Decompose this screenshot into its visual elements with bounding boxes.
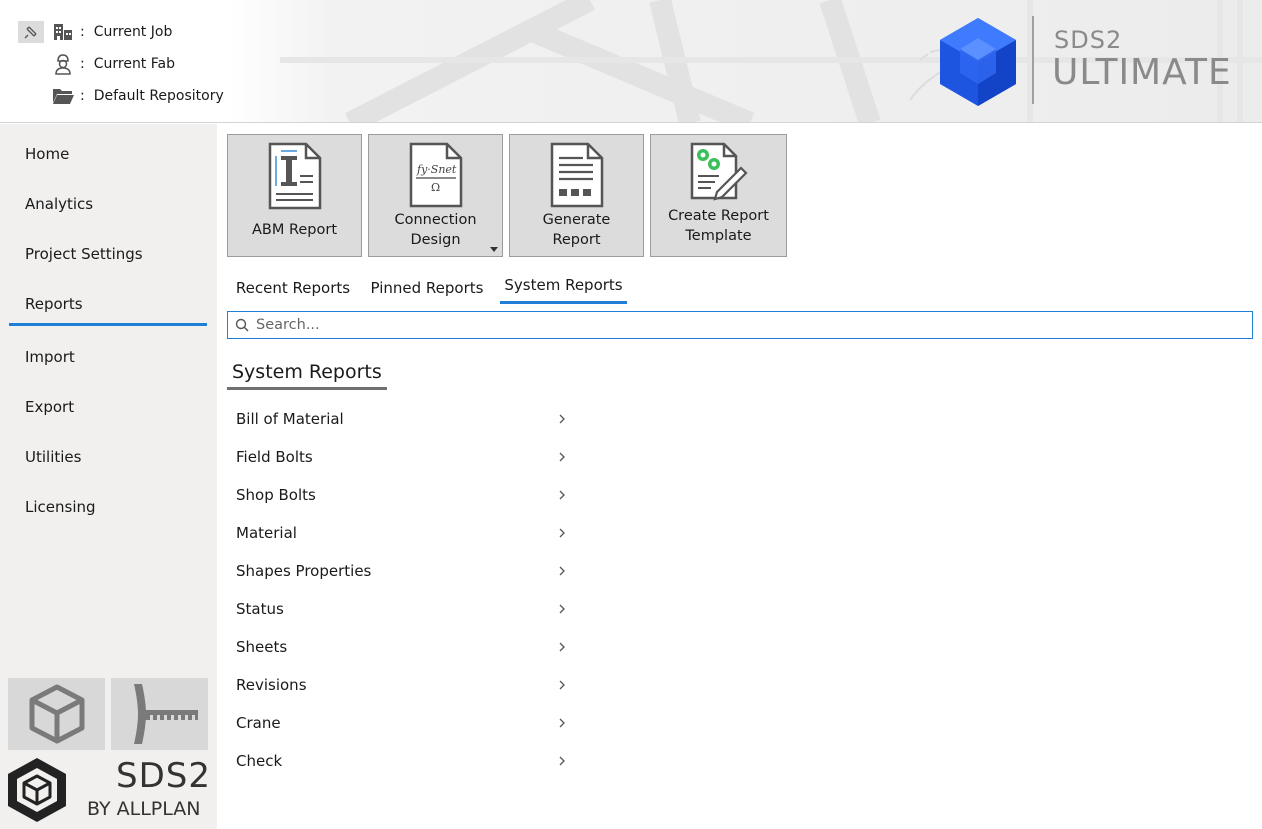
report-item-label: Status: [236, 600, 284, 618]
allplan-logo: SDS2 BY ALLPLAN: [6, 756, 211, 824]
sds2-cube-logo-icon: [940, 18, 1016, 106]
sidebar-item-import[interactable]: Import: [9, 336, 207, 378]
sidebar-item-home[interactable]: Home: [9, 133, 207, 175]
connection-design-icon: fy·Snet Ω: [409, 142, 462, 208]
sidebar-item-reports[interactable]: Reports: [9, 284, 207, 326]
create-template-icon: [690, 142, 748, 201]
tab-pinned-reports[interactable]: Pinned Reports: [366, 270, 488, 306]
report-item[interactable]: Material: [227, 514, 572, 552]
cube-icon: [29, 684, 84, 744]
report-item[interactable]: Check: [227, 742, 572, 780]
report-item-label: Field Bolts: [236, 448, 313, 466]
allplan-byline: BY ALLPLAN: [87, 798, 201, 820]
product-brand: SDS2 ULTIMATE: [936, 14, 1236, 109]
pin-icon[interactable]: [18, 21, 44, 43]
report-item-label: Sheets: [236, 638, 288, 656]
chevron-right-icon: [559, 528, 565, 538]
context-separator: :: [80, 24, 85, 40]
cube-app-tile[interactable]: [8, 678, 105, 750]
tab-recent-reports[interactable]: Recent Reports: [232, 270, 354, 306]
chevron-right-icon: [559, 452, 565, 462]
generate-report-icon: [550, 142, 603, 208]
chevron-right-icon: [559, 490, 565, 500]
chevron-right-icon: [559, 604, 565, 614]
search-box[interactable]: [227, 311, 1253, 339]
sidebar-item-licensing[interactable]: Licensing: [9, 486, 207, 528]
connection-design-button[interactable]: fy·Snet Ω Connection Design: [368, 134, 503, 257]
chevron-right-icon: [559, 642, 565, 652]
report-item[interactable]: Crane: [227, 704, 572, 742]
connection-design-label-line1: Connection: [394, 212, 477, 228]
context-separator: :: [80, 56, 85, 72]
dropdown-caret-icon[interactable]: [490, 247, 498, 252]
report-item[interactable]: Shop Bolts: [227, 476, 572, 514]
allplan-hex-icon: [8, 758, 66, 822]
abm-report-button[interactable]: ABM Report: [227, 134, 362, 257]
report-item[interactable]: Status: [227, 590, 572, 628]
search-icon: [228, 318, 256, 332]
generate-report-label-line1: Generate: [542, 212, 611, 228]
beam-ruler-icon: [133, 684, 198, 744]
worker-icon: [52, 53, 74, 75]
sidebar-item-utilities[interactable]: Utilities: [9, 436, 207, 478]
report-item-label: Check: [236, 752, 283, 770]
app-header: : Current Job : Current Fab : Default Re…: [0, 0, 1262, 123]
building-icon: [52, 21, 74, 43]
report-item[interactable]: Bill of Material: [227, 400, 572, 438]
context-fab[interactable]: : Current Fab: [18, 52, 175, 76]
report-item-label: Bill of Material: [236, 410, 344, 428]
default-repository-label: Default Repository: [93, 88, 224, 104]
beam-app-tile[interactable]: [111, 678, 208, 750]
report-item-label: Revisions: [236, 676, 307, 694]
chevron-right-icon: [559, 756, 565, 766]
abm-report-icon: [268, 142, 321, 210]
sidebar-item-analytics[interactable]: Analytics: [9, 183, 207, 225]
context-separator: :: [80, 88, 85, 104]
report-item[interactable]: Field Bolts: [227, 438, 572, 476]
brand-edition: ULTIMATE: [1052, 52, 1232, 93]
report-item-label: Shop Bolts: [236, 486, 316, 504]
create-template-label-line1: Create Report: [668, 208, 769, 224]
abm-report-label: ABM Report: [251, 222, 338, 238]
context-job[interactable]: : Current Job: [18, 20, 172, 44]
sidebar: Home Analytics Project Settings Reports …: [0, 124, 217, 829]
create-report-template-button[interactable]: Create Report Template: [650, 134, 787, 257]
generate-report-button[interactable]: Generate Report: [509, 134, 644, 257]
chevron-right-icon: [559, 680, 565, 690]
report-item-label: Crane: [236, 714, 281, 732]
chevron-right-icon: [559, 566, 565, 576]
brand-name: SDS2: [1054, 26, 1123, 54]
svg-text:Ω: Ω: [431, 181, 440, 194]
svg-text:fy·Snet: fy·Snet: [416, 163, 457, 176]
allplan-wordmark: SDS2: [116, 756, 211, 796]
report-item-label: Material: [236, 524, 297, 542]
report-item-label: Shapes Properties: [236, 562, 372, 580]
chevron-right-icon: [559, 718, 565, 728]
tab-system-reports[interactable]: System Reports: [500, 268, 627, 304]
create-template-label-line2: Template: [685, 228, 752, 244]
brand-divider: [1032, 16, 1034, 104]
folder-icon: [52, 85, 74, 107]
generate-report-label-line2: Report: [552, 232, 601, 248]
context-repository[interactable]: : Default Repository: [18, 84, 224, 108]
connection-design-label-line2: Design: [410, 232, 461, 248]
search-input[interactable]: [256, 313, 1252, 337]
sidebar-item-project-settings[interactable]: Project Settings: [9, 233, 207, 275]
report-item[interactable]: Sheets: [227, 628, 572, 666]
chevron-right-icon: [559, 414, 565, 424]
section-title: System Reports: [227, 356, 387, 390]
current-job-label: Current Job: [93, 24, 173, 40]
report-item[interactable]: Shapes Properties: [227, 552, 572, 590]
sidebar-item-export[interactable]: Export: [9, 386, 207, 428]
report-item[interactable]: Revisions: [227, 666, 572, 704]
current-fab-label: Current Fab: [93, 56, 175, 72]
